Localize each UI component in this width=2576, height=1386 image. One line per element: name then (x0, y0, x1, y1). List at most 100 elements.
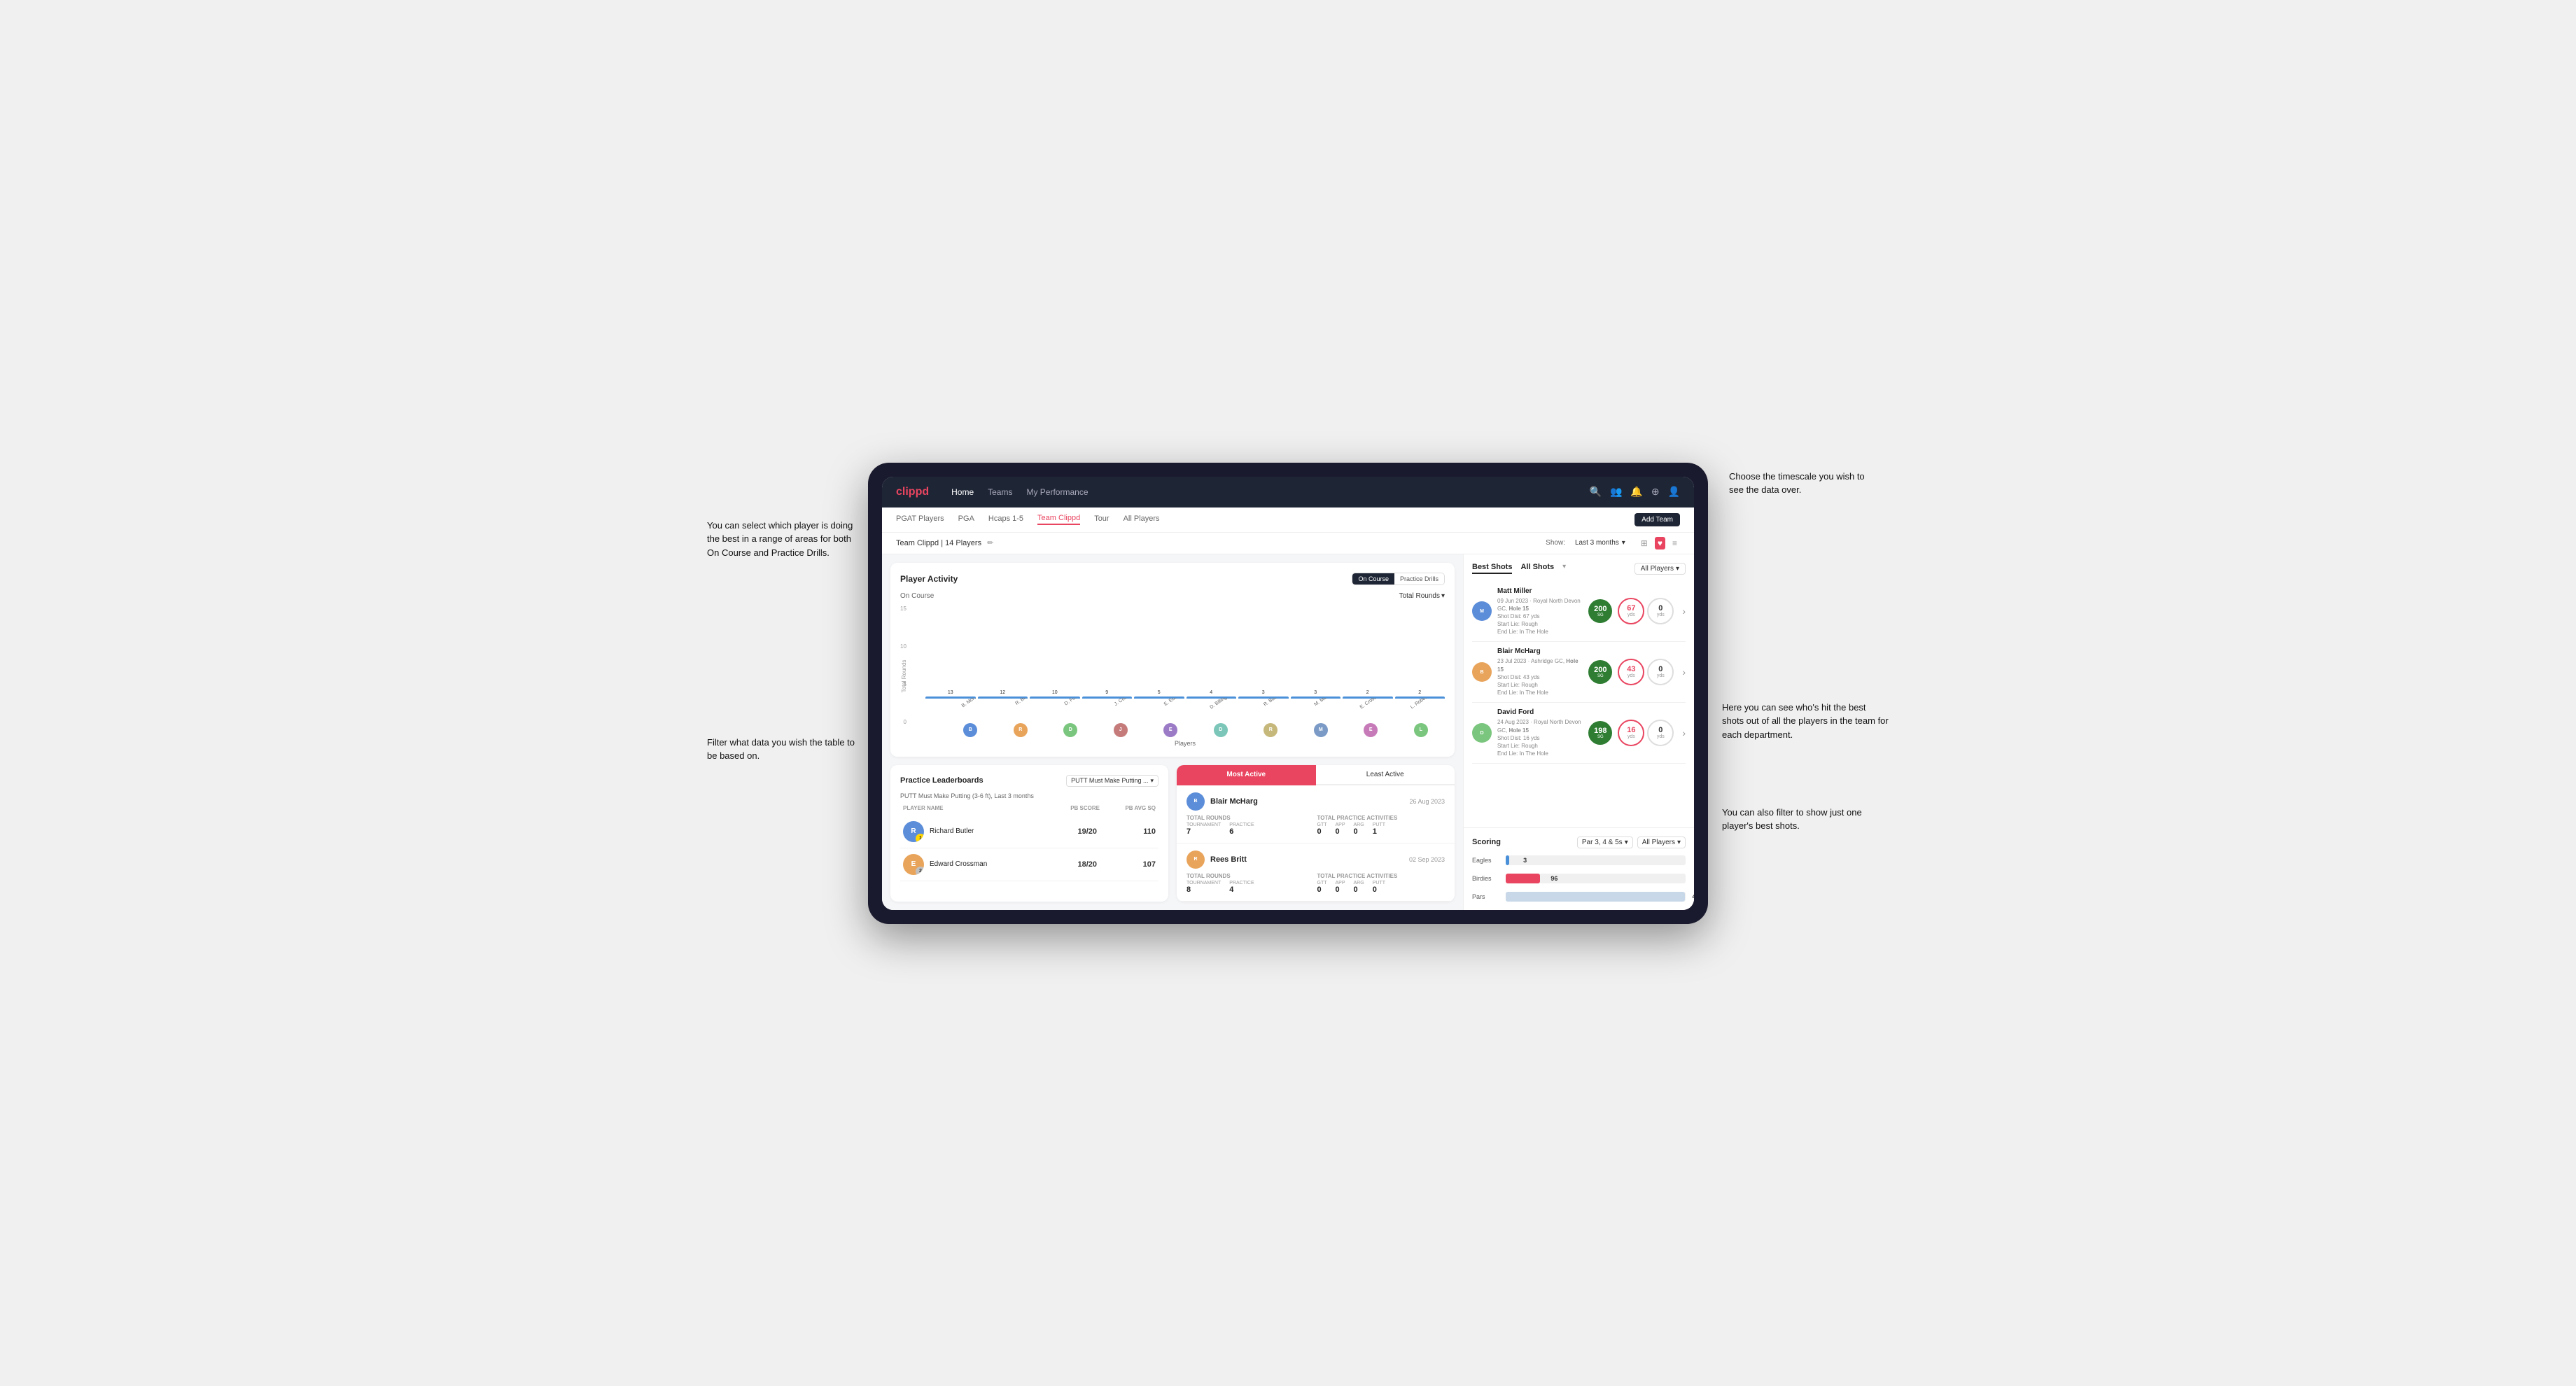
grid-view-icon[interactable]: ⊞ (1638, 537, 1651, 550)
shot-badge-num: 198 (1594, 727, 1606, 735)
nav-home[interactable]: Home (951, 487, 974, 497)
y-label-5: 5 (903, 681, 906, 687)
total-rounds-dropdown[interactable]: Total Rounds ▾ (1399, 592, 1445, 600)
tablet-frame: clippd Home Teams My Performance 🔍 👥 🔔 ⊕… (868, 463, 1708, 924)
nav-teams[interactable]: Teams (988, 487, 1012, 497)
right-panel: Best Shots All Shots ▾ All Players ▾ (1463, 554, 1694, 910)
subnav-pga[interactable]: PGA (958, 514, 974, 524)
x-axis-label: B. McHarg (951, 698, 1004, 723)
rounds-group: Total RoundsTournament8Practice4 (1186, 873, 1315, 894)
subnav-all-players[interactable]: All Players (1124, 514, 1160, 524)
rank-badge: 1 (916, 834, 924, 842)
shot-player-row: David Ford (1497, 708, 1583, 716)
x-axis-label: M. Miller (1301, 698, 1355, 723)
bell-icon[interactable]: 🔔 (1630, 486, 1642, 498)
practice-sublabel: ARG (1354, 881, 1364, 886)
shot-info: Shot Dist: 16 ydsStart Lie: RoughEnd Lie… (1497, 734, 1583, 758)
avatar: M (1314, 723, 1328, 737)
stat-bubble-1: 67yds (1618, 598, 1644, 624)
rounds-sublabel: Tournament (1186, 822, 1221, 827)
best-shots-tab[interactable]: Best Shots (1472, 563, 1512, 574)
shot-badge-num: 200 (1594, 666, 1606, 674)
search-icon[interactable]: 🔍 (1590, 486, 1602, 498)
practice-value: 0 (1354, 827, 1364, 836)
y-label-10: 10 (900, 643, 906, 650)
shot-badge: 200SG (1588, 599, 1612, 623)
list-view-icon[interactable]: ≡ (1670, 537, 1680, 550)
subnav-team-clippd[interactable]: Team Clippd (1037, 514, 1080, 525)
bar-value-label: 4 (1210, 690, 1212, 695)
scoring-bar-fill: 96 (1506, 874, 1540, 883)
practice-stat-item: APP0 (1336, 822, 1345, 836)
scoring-dropdowns: Par 3, 4 & 5s ▾ All Players ▾ (1577, 836, 1686, 848)
people-icon[interactable]: 👥 (1610, 486, 1622, 498)
subnav-hcaps[interactable]: Hcaps 1-5 (988, 514, 1023, 524)
shot-card[interactable]: DDavid Ford24 Aug 2023 · Royal North Dev… (1472, 703, 1686, 764)
most-active-tab[interactable]: Most Active (1177, 765, 1316, 785)
shot-info: Shot Dist: 67 ydsStart Lie: RoughEnd Lie… (1497, 612, 1583, 636)
add-team-button[interactable]: Add Team (1634, 513, 1680, 526)
nav-my-performance[interactable]: My Performance (1026, 487, 1088, 497)
x-avatar: L (1397, 723, 1446, 737)
show-dropdown[interactable]: Last 3 months ▾ (1575, 539, 1625, 547)
stat-num-2: 0 (1658, 666, 1662, 673)
add-circle-icon[interactable]: ⊕ (1651, 486, 1660, 498)
player-info: R1Richard Butler (903, 821, 1038, 842)
left-panel: Player Activity On Course Practice Drill… (882, 554, 1463, 910)
all-players-dropdown[interactable]: All Players ▾ (1634, 563, 1686, 575)
par-dropdown[interactable]: Par 3, 4 & 5s ▾ (1577, 836, 1633, 848)
avatar: J (1114, 723, 1128, 737)
rounds-sublabel: Practice (1229, 822, 1254, 827)
avatar: B (963, 723, 977, 737)
heart-view-icon[interactable]: ♥ (1655, 537, 1665, 550)
practice-drills-toggle[interactable]: Practice Drills (1394, 573, 1444, 584)
nav-icons: 🔍 👥 🔔 ⊕ 👤 (1590, 486, 1680, 498)
players-filter-dropdown[interactable]: All Players ▾ (1637, 836, 1686, 848)
bar-group: 2 (1395, 690, 1446, 696)
bar-group: 3 (1291, 690, 1341, 696)
subnav-pgat[interactable]: PGAT Players (896, 514, 944, 524)
bar-group: 3 (1238, 690, 1289, 696)
team-title: Team Clippd | 14 Players (896, 539, 981, 547)
shot-card[interactable]: BBlair McHarg23 Jul 2023 · Ashridge GC, … (1472, 642, 1686, 703)
stat-num-1: 43 (1627, 666, 1635, 673)
drill-selector[interactable]: PUTT Must Make Putting ... ▾ (1066, 775, 1158, 787)
rounds-label: Total Rounds (1186, 873, 1315, 879)
bar-chart-area: Total Rounds 15 10 5 0 1312109543322 (900, 606, 1445, 747)
activity-stats-grid: Total RoundsTournament7Practice6Total Pr… (1186, 815, 1445, 836)
rounds-value: 8 (1186, 886, 1221, 894)
practice-stat-item: ARG0 (1354, 822, 1364, 836)
bar-group: 9 (1082, 690, 1133, 696)
account-icon[interactable]: 👤 (1668, 486, 1680, 498)
shot-player-name: David Ford (1497, 708, 1534, 716)
shot-info: Shot Dist: 43 ydsStart Lie: RoughEnd Lie… (1497, 673, 1583, 697)
shots-dropdown[interactable]: ▾ (1562, 563, 1566, 574)
activity-toggle: On Course Practice Drills (1352, 573, 1445, 585)
player-activity-title: Player Activity (900, 574, 958, 584)
practice-sublabel: ARG (1354, 822, 1364, 827)
scoring-row: Eagles3 (1472, 855, 1686, 865)
stat-unit-2: yds (1657, 612, 1665, 617)
active-player-row: RRees Britt02 Sep 2023Total RoundsTourna… (1177, 844, 1455, 902)
shot-player-name: Blair McHarg (1497, 648, 1541, 655)
leaderboard-row[interactable]: R1Richard Butler19/20110 (900, 816, 1158, 848)
drill-subtitle: PUTT Must Make Putting (3-6 ft), Last 3 … (900, 792, 1158, 799)
show-label: Show: (1546, 539, 1565, 547)
shot-player-info: Blair McHarg23 Jul 2023 · Ashridge GC, H… (1497, 648, 1583, 696)
x-avatar: E (1147, 723, 1195, 737)
annotation-best-shots: Here you can see who's hit the best shot… (1722, 701, 1890, 742)
least-active-tab[interactable]: Least Active (1316, 765, 1455, 785)
scoring-label: Pars (1472, 893, 1500, 900)
stat-unit-2: yds (1657, 673, 1665, 678)
player-info: E2Edward Crossman (903, 854, 1038, 875)
practice-label: Total Practice Activities (1317, 815, 1446, 821)
practice-sublabel: PUTT (1373, 822, 1385, 827)
edit-icon[interactable]: ✏ (987, 538, 993, 547)
subnav-tour[interactable]: Tour (1094, 514, 1109, 524)
leaderboard-row[interactable]: E2Edward Crossman18/20107 (900, 848, 1158, 881)
rounds-sublabel: Practice (1229, 881, 1254, 886)
on-course-toggle[interactable]: On Course (1352, 573, 1394, 584)
shot-card[interactable]: MMatt Miller09 Jun 2023 · Royal North De… (1472, 582, 1686, 643)
x-avatar: D (1197, 723, 1245, 737)
all-shots-tab[interactable]: All Shots (1520, 563, 1554, 574)
